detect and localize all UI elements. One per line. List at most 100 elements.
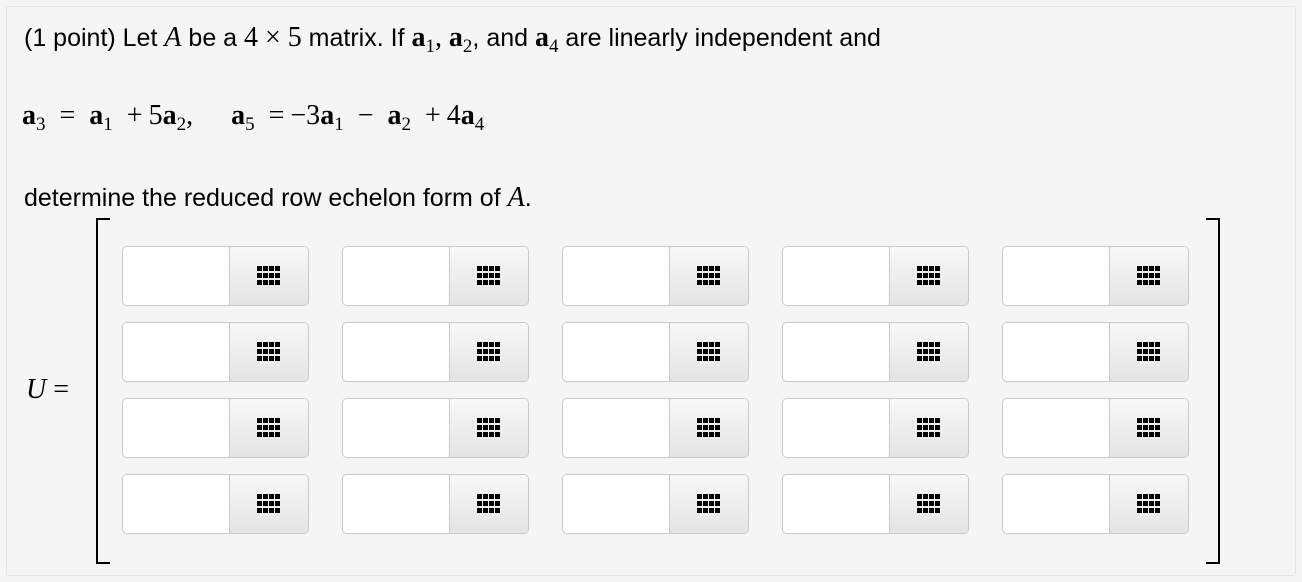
matrix-entry-input-r4-c5[interactable] — [1003, 475, 1109, 533]
matrix-entry-input-r1-c2[interactable] — [343, 247, 449, 305]
equation-editor-button[interactable] — [449, 475, 528, 533]
equation-editor-button[interactable] — [669, 247, 748, 305]
matrix-entry-input-r1-c1[interactable] — [123, 247, 229, 305]
matrix-entry-input-r4-c2[interactable] — [343, 475, 449, 533]
matrix-entry-input-r3-c2[interactable] — [343, 399, 449, 457]
matrix-entry-input-r3-c5[interactable] — [1003, 399, 1109, 457]
sub-5: 5 — [245, 114, 255, 135]
vec-a: a — [22, 100, 36, 131]
matrix-entry-input-r4-c1[interactable] — [123, 475, 229, 533]
vec-a: a — [387, 100, 402, 131]
math-cols: 5 — [287, 22, 302, 53]
matrix-entry-input-r2-c5[interactable] — [1003, 323, 1109, 381]
vec-a: a — [411, 22, 426, 53]
equation-editor-button[interactable] — [889, 247, 968, 305]
sub-1: 1 — [334, 114, 344, 135]
text-intro: (1 point) Let — [24, 24, 165, 52]
matrix-entry-input-r3-c1[interactable] — [123, 399, 229, 457]
matrix-entry-input-r3-c4[interactable] — [783, 399, 889, 457]
equation-editor-button[interactable] — [889, 323, 968, 381]
matrix-cell-r3-c1 — [122, 398, 309, 458]
sub-2: 2 — [401, 114, 411, 135]
math-rows: 4 — [244, 22, 259, 53]
vec-a: a — [534, 22, 549, 53]
grid-menu-icon — [257, 342, 281, 362]
matrix-cell-r4-c4 — [782, 474, 969, 534]
math-times: × — [264, 22, 281, 53]
matrix-entry-input-r2-c4[interactable] — [783, 323, 889, 381]
equation-editor-button[interactable] — [229, 323, 308, 381]
matrix-right-bracket — [1206, 218, 1220, 564]
text-and: , and — [472, 24, 535, 52]
equation-editor-button[interactable] — [449, 399, 528, 457]
equation-editor-button[interactable] — [229, 247, 308, 305]
grid-menu-icon — [697, 418, 721, 438]
matrix-cell-r1-c5 — [1002, 246, 1189, 306]
text-independent: are linearly independent and — [558, 24, 881, 52]
math-eq: = — [268, 100, 285, 131]
math-coef4: 4 — [446, 100, 461, 131]
vec-a: a — [460, 100, 475, 131]
math-u: U — [26, 374, 47, 405]
equation-editor-button[interactable] — [1109, 399, 1188, 457]
matrix-entry-input-r1-c4[interactable] — [783, 247, 889, 305]
text-matrix-if: matrix. If — [301, 24, 412, 52]
vec-a: a — [231, 100, 246, 131]
sub-2: 2 — [462, 36, 473, 57]
grid-menu-icon — [477, 494, 501, 514]
math-minus: − — [357, 100, 374, 131]
text-period: . — [524, 184, 532, 212]
vec-a: a — [320, 100, 335, 131]
grid-menu-icon — [477, 418, 501, 438]
sub-1: 1 — [103, 114, 113, 135]
equation-editor-button[interactable] — [229, 399, 308, 457]
math-plus: + — [126, 100, 143, 131]
text-be-a: be a — [181, 24, 245, 52]
matrix-cell-r4-c1 — [122, 474, 309, 534]
answer-matrix-grid — [122, 246, 1189, 534]
matrix-cell-r2-c5 — [1002, 322, 1189, 382]
problem-question: determine the reduced row echelon form o… — [24, 182, 532, 214]
matrix-cell-r4-c5 — [1002, 474, 1189, 534]
vec-a: a — [448, 22, 463, 53]
math-comma: , — [434, 22, 442, 53]
matrix-left-bracket — [96, 218, 110, 564]
sub-3: 3 — [36, 114, 46, 135]
grid-menu-icon — [697, 342, 721, 362]
math-eq: = — [53, 374, 70, 405]
matrix-cell-r2-c2 — [342, 322, 529, 382]
matrix-entry-input-r2-c2[interactable] — [343, 323, 449, 381]
matrix-cell-r1-c2 — [342, 246, 529, 306]
matrix-entry-input-r3-c3[interactable] — [563, 399, 669, 457]
grid-menu-icon — [1137, 342, 1161, 362]
matrix-entry-input-r2-c3[interactable] — [563, 323, 669, 381]
matrix-entry-input-r4-c3[interactable] — [563, 475, 669, 533]
equation-editor-button[interactable] — [669, 399, 748, 457]
equation-editor-button[interactable] — [1109, 323, 1188, 381]
grid-menu-icon — [697, 266, 721, 286]
math-matrix-name: A — [507, 182, 525, 213]
grid-menu-icon — [917, 342, 941, 362]
matrix-cell-r1-c1 — [122, 246, 309, 306]
matrix-cell-r1-c4 — [782, 246, 969, 306]
grid-menu-icon — [257, 418, 281, 438]
grid-menu-icon — [257, 266, 281, 286]
problem-equations: a3 = a1 +5a2, a5 = −3a1− a2 +4a4 — [22, 100, 484, 136]
equation-editor-button[interactable] — [1109, 475, 1188, 533]
equation-editor-button[interactable] — [889, 399, 968, 457]
equation-editor-button[interactable] — [449, 323, 528, 381]
equation-editor-button[interactable] — [449, 247, 528, 305]
equation-editor-button[interactable] — [669, 475, 748, 533]
matrix-cell-r4-c2 — [342, 474, 529, 534]
matrix-entry-input-r1-c5[interactable] — [1003, 247, 1109, 305]
matrix-entry-input-r4-c4[interactable] — [783, 475, 889, 533]
equation-editor-button[interactable] — [889, 475, 968, 533]
matrix-entry-input-r1-c3[interactable] — [563, 247, 669, 305]
equation-editor-button[interactable] — [1109, 247, 1188, 305]
matrix-entry-input-r2-c1[interactable] — [123, 323, 229, 381]
equation-editor-button[interactable] — [669, 323, 748, 381]
problem-statement-line1: (1 point) Let A be a 4 × 5 matrix. If a1… — [24, 22, 881, 58]
equation-editor-button[interactable] — [229, 475, 308, 533]
math-matrix-name: A — [164, 22, 182, 53]
sub-1: 1 — [425, 36, 435, 57]
